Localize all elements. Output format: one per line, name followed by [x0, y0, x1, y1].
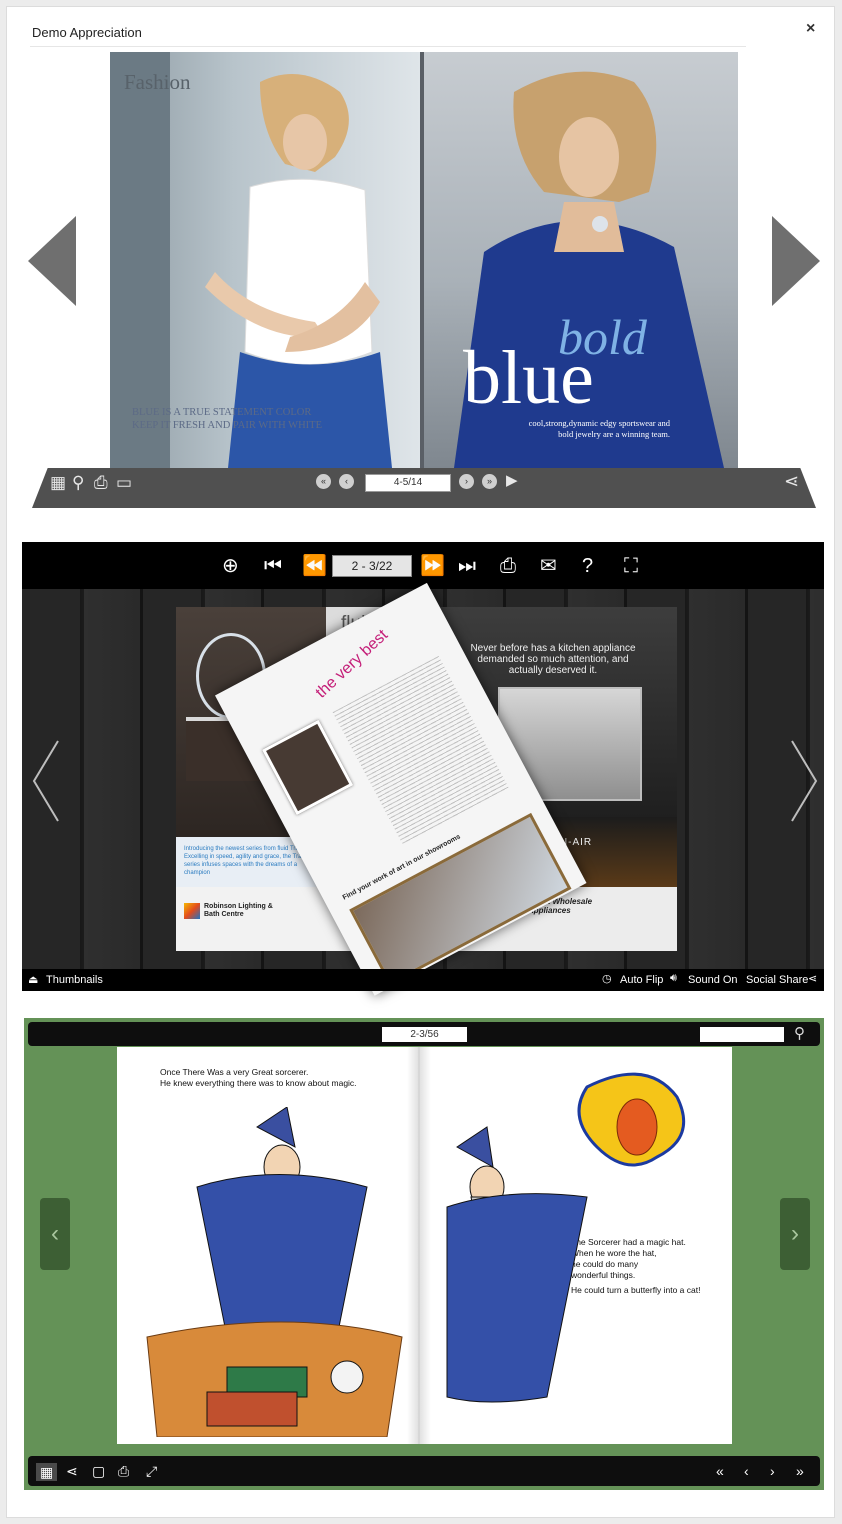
email-icon[interactable]: ✉ [540, 555, 557, 577]
wizard-illustration-left [146, 1107, 403, 1437]
auto-flip-button[interactable]: Auto Flip [620, 974, 663, 986]
viewer2-next-arrow[interactable] [782, 736, 822, 826]
wizard-illustration-right [446, 1072, 686, 1403]
viewer1-prev-arrow[interactable] [28, 216, 76, 306]
monitor-icon[interactable]: ▭ [116, 473, 132, 493]
close-icon[interactable]: × [806, 20, 815, 38]
right-page-caption: cool,strong,dynamic edgy sportswear and … [528, 418, 670, 439]
left-page-text: BLUE IS A TRUE STATEMENT COLOR KEEP IT F… [132, 407, 322, 431]
share-icon[interactable]: ⋖ [808, 972, 817, 985]
dialog-title: Demo Appreciation [32, 25, 142, 40]
viewer2-prev-arrow[interactable] [28, 736, 68, 826]
eject-icon[interactable]: ⏏ [28, 973, 38, 986]
social-share-button[interactable]: Social Share [746, 974, 808, 986]
first-page-icon[interactable]: « [716, 1463, 724, 1479]
title-divider [30, 46, 746, 47]
speaker-icon[interactable]: 🔊︎ [670, 972, 677, 985]
viewer1-left-page[interactable]: Fashion BLUE IS A TRUE STATEMENT COLOR K… [110, 52, 420, 468]
left-text-line1: Once There Was a very Great sorcerer. [160, 1067, 309, 1077]
viewer1-page-input[interactable]: 4-5/14 [365, 474, 451, 492]
next-page-icon[interactable]: ⏩ [420, 555, 445, 577]
search-icon[interactable]: ⚲ [794, 1024, 805, 1042]
thumbnails-grid-icon[interactable]: ▦ [50, 473, 66, 493]
zoom-icon[interactable]: ⚲ [72, 473, 84, 493]
fullscreen-icon[interactable]: ⛶ [624, 555, 638, 577]
next-page-icon[interactable]: › [459, 474, 474, 489]
zoom-in-icon[interactable]: ⊕ [222, 555, 239, 577]
last-page-icon[interactable]: ⏭ [458, 555, 476, 577]
viewer3-page-input[interactable]: 2-3/56 [382, 1027, 467, 1042]
fullscreen-icon[interactable]: ⤢ [146, 1463, 157, 1479]
viewer2-bottom-bar: ⏏ Thumbnails ◷ Auto Flip 🔊︎ Sound On Soc… [22, 969, 824, 991]
thumbnails-button[interactable]: Thumbnails [46, 974, 103, 986]
viewer1-next-arrow[interactable] [772, 216, 820, 306]
first-page-icon[interactable]: « [316, 474, 331, 489]
print-icon[interactable]: ⎙ [94, 473, 108, 493]
share-icon[interactable]: ⋖ [784, 471, 799, 492]
autoplay-icon[interactable]: ▶ [506, 471, 518, 489]
auto-flip-icon[interactable]: ◷ [602, 972, 612, 985]
thumbnails-grid-icon[interactable]: ▦ [36, 1463, 58, 1481]
blue-word: blue [463, 336, 594, 420]
fashion-heading: Fashion [124, 70, 191, 94]
viewer2-page-input[interactable]: 2 - 3/22 [332, 555, 412, 577]
viewer1-book: Fashion BLUE IS A TRUE STATEMENT COLOR K… [110, 52, 738, 468]
kitchen-headline: Never before has a kitchen appliance dem… [470, 643, 636, 676]
share-icon[interactable]: ⋖ [66, 1463, 78, 1479]
viewer3-search-input[interactable] [700, 1027, 784, 1042]
print-icon[interactable]: ⎙ [118, 1463, 129, 1479]
prev-page-icon[interactable]: ‹ [339, 474, 354, 489]
first-page-icon[interactable]: ⏮ [264, 555, 282, 577]
help-icon[interactable]: ? [582, 555, 593, 577]
print-icon[interactable]: ⎙ [500, 555, 516, 577]
next-page-icon[interactable]: › [770, 1463, 775, 1479]
left-text-line2: He knew everything there was to know abo… [160, 1078, 357, 1088]
prev-page-icon[interactable]: ⏪ [302, 555, 327, 577]
sound-button[interactable]: Sound On [688, 974, 738, 986]
company-name: Robinson Lighting & Bath Centre [204, 903, 273, 918]
prev-page-icon[interactable]: ‹ [744, 1463, 749, 1479]
last-page-icon[interactable]: » [796, 1463, 804, 1479]
single-page-icon[interactable]: ▢ [92, 1463, 105, 1479]
viewer3-prev-button[interactable]: ‹ [40, 1198, 70, 1270]
last-page-icon[interactable]: » [482, 474, 497, 489]
viewer3-gutter [407, 1047, 431, 1444]
viewer3-next-button[interactable]: › [780, 1198, 810, 1270]
